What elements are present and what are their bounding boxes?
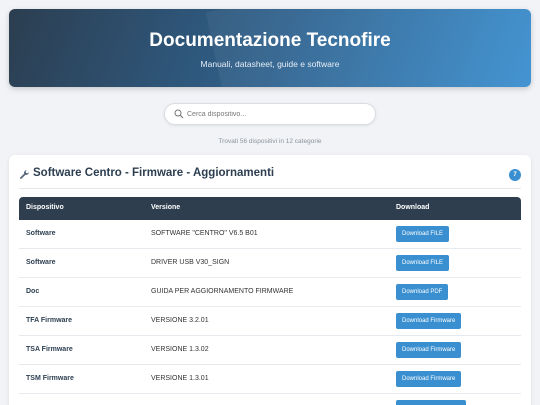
- device-cell: TSM Firmware: [26, 375, 74, 382]
- column-header-version: Versione: [151, 204, 181, 211]
- device-cell: TSA Firmware: [26, 346, 73, 353]
- device-cell: TFA Firmware: [26, 317, 73, 324]
- download-button[interactable]: Download FILE: [396, 255, 450, 271]
- page-title: Documentazione Tecnofire: [149, 30, 391, 51]
- version-cell: VERSIONE 1.3.02: [151, 346, 209, 353]
- device-cell: Software: [26, 230, 56, 237]
- table-row: TSM Firmware VERSIONE 1.3.01 Download Fi…: [19, 365, 521, 394]
- download-button[interactable]: Download Firmware: [396, 342, 462, 358]
- column-header-device: Dispositivo: [26, 204, 64, 211]
- table-row: TFA Firmware VERSIONE 3.2.01 Download Fi…: [19, 307, 521, 336]
- search-box[interactable]: [164, 103, 376, 125]
- divider: [19, 188, 521, 189]
- column-header-download: Download: [396, 204, 430, 211]
- wrench-icon: [20, 170, 29, 179]
- version-cell: VERSIONE 3.2.01: [151, 317, 209, 324]
- version-cell: SOFTWARE "CENTRO" V6.5 B01: [151, 230, 258, 237]
- download-button[interactable]: Download Firmware: [396, 313, 462, 329]
- category-title: Software Centro - Firmware - Aggiornamen…: [33, 167, 275, 179]
- table-row: Software SOFTWARE "CENTRO" V6.5 B01 Down…: [19, 220, 521, 249]
- downloads-table: Dispositivo Versione Download Software S…: [19, 197, 521, 405]
- device-cell: Doc: [26, 288, 40, 295]
- results-count: Trovati 56 dispositivi in 12 categorie: [218, 138, 322, 145]
- category-count-badge: 7: [509, 169, 521, 181]
- category-header: Software Centro - Firmware - Aggiornamen…: [19, 167, 521, 183]
- table-header: Dispositivo Versione Download: [19, 197, 521, 220]
- device-cell: Software: [26, 259, 56, 266]
- search-icon: [174, 109, 184, 119]
- table-row: Software DRIVER USB V30_SIGN Download FI…: [19, 249, 521, 278]
- version-cell: VERSIONE 1.3.01: [151, 375, 209, 382]
- version-cell: GUIDA PER AGGIORNAMENTO FIRMWARE: [151, 288, 294, 295]
- version-cell: DRIVER USB V30_SIGN: [151, 259, 230, 266]
- download-button[interactable]: Download FILE: [396, 226, 450, 242]
- search-input[interactable]: [187, 107, 367, 121]
- page-header: Documentazione Tecnofire Manuali, datash…: [9, 9, 531, 87]
- download-button[interactable]: [396, 400, 466, 405]
- download-button[interactable]: Download PDF: [396, 284, 449, 300]
- page-subtitle: Manuali, datasheet, guide e software: [200, 59, 340, 69]
- table-row: [19, 394, 521, 405]
- table-row: TSA Firmware VERSIONE 1.3.02 Download Fi…: [19, 336, 521, 365]
- download-button[interactable]: Download Firmware: [396, 371, 462, 387]
- table-row: Doc GUIDA PER AGGIORNAMENTO FIRMWARE Dow…: [19, 278, 521, 307]
- category-card: Software Centro - Firmware - Aggiornamen…: [9, 155, 531, 405]
